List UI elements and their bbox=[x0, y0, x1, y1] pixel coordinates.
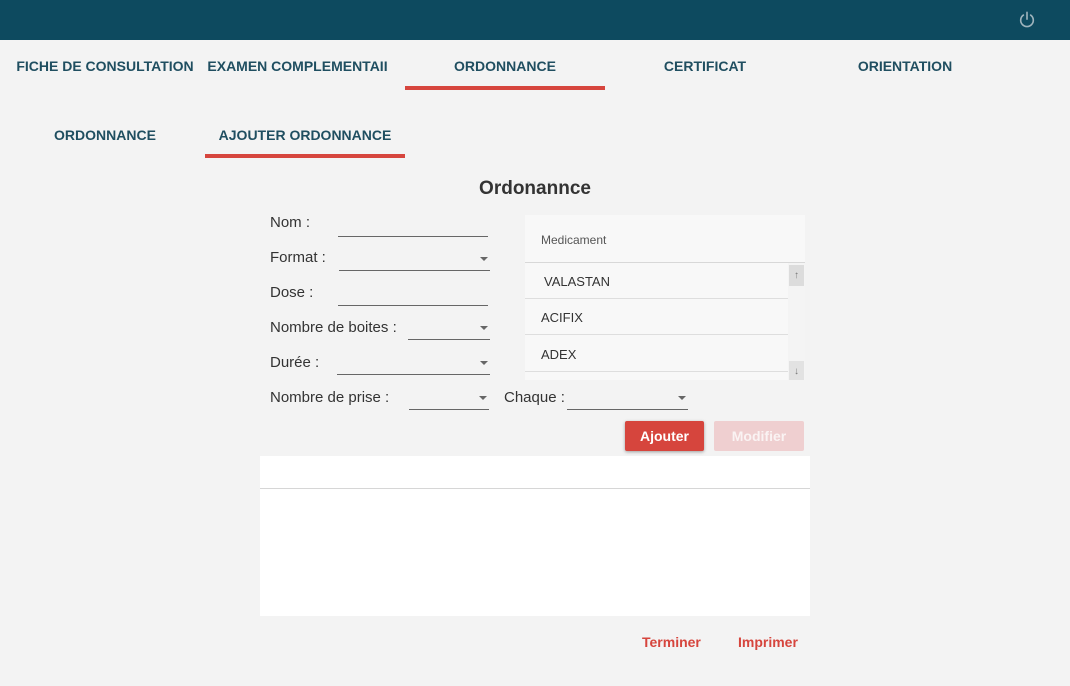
sub-tabs: ORDONNANCE AJOUTER ORDONNANCE bbox=[0, 110, 1070, 160]
boites-label: Nombre de boites : bbox=[270, 319, 397, 336]
prise-label: Nombre de prise : bbox=[270, 389, 390, 406]
dose-label: Dose : bbox=[270, 284, 314, 301]
list-item[interactable]: ACIFIX bbox=[525, 299, 788, 335]
boites-select[interactable] bbox=[408, 319, 490, 340]
arrow-down-icon[interactable]: ↓ bbox=[789, 361, 804, 380]
scrollbar[interactable]: ↑ ↓ bbox=[788, 263, 805, 380]
tab-fiche-de-consultation[interactable]: FICHE DE CONSULTATION bbox=[5, 40, 205, 92]
chevron-down-icon bbox=[480, 361, 488, 365]
chaque-select[interactable] bbox=[567, 389, 688, 410]
modifier-button[interactable]: Modifier bbox=[714, 421, 804, 451]
arrow-up-icon[interactable]: ↑ bbox=[789, 265, 804, 286]
chevron-down-icon bbox=[480, 326, 488, 330]
format-label: Format : bbox=[270, 249, 326, 266]
tab-orientation[interactable]: ORIENTATION bbox=[805, 40, 1005, 92]
subtab-ordonnance[interactable]: ORDONNANCE bbox=[5, 110, 205, 160]
chevron-down-icon bbox=[480, 257, 488, 261]
dose-input[interactable] bbox=[338, 285, 488, 306]
tab-ordonnance[interactable]: ORDONNANCE bbox=[405, 40, 605, 92]
table-header bbox=[260, 456, 810, 489]
duree-label: Durée : bbox=[270, 354, 320, 371]
medicament-header: Medicament bbox=[525, 215, 805, 263]
chevron-down-icon bbox=[678, 396, 686, 400]
tab-certificat[interactable]: CERTIFICAT bbox=[605, 40, 805, 92]
medicament-list: Medicament VALASTAN ACIFIX ADEX ↑ ↓ bbox=[525, 215, 805, 380]
power-icon[interactable] bbox=[1018, 11, 1036, 29]
format-select[interactable] bbox=[339, 250, 490, 271]
list-item[interactable]: VALASTAN bbox=[525, 263, 788, 299]
prise-select[interactable] bbox=[409, 389, 489, 410]
ajouter-button[interactable]: Ajouter bbox=[625, 421, 704, 451]
form-title: Ordonannce bbox=[479, 178, 591, 199]
ordonnance-table bbox=[260, 456, 810, 616]
nom-label: Nom : bbox=[270, 214, 311, 231]
subtab-ajouter-ordonnance[interactable]: AJOUTER ORDONNANCE bbox=[205, 110, 405, 160]
tab-examen-complementaire[interactable]: EXAMEN COMPLEMENTAII bbox=[205, 40, 390, 92]
main-tabs: FICHE DE CONSULTATION EXAMEN COMPLEMENTA… bbox=[0, 40, 1070, 92]
chevron-down-icon bbox=[479, 396, 487, 400]
imprimer-link[interactable]: Imprimer bbox=[738, 634, 798, 650]
top-bar bbox=[0, 0, 1070, 40]
duree-select[interactable] bbox=[337, 354, 490, 375]
nom-input[interactable] bbox=[338, 216, 488, 237]
terminer-link[interactable]: Terminer bbox=[642, 634, 701, 650]
chaque-label: Chaque : bbox=[504, 389, 565, 406]
list-item[interactable]: ADEX bbox=[525, 336, 788, 372]
